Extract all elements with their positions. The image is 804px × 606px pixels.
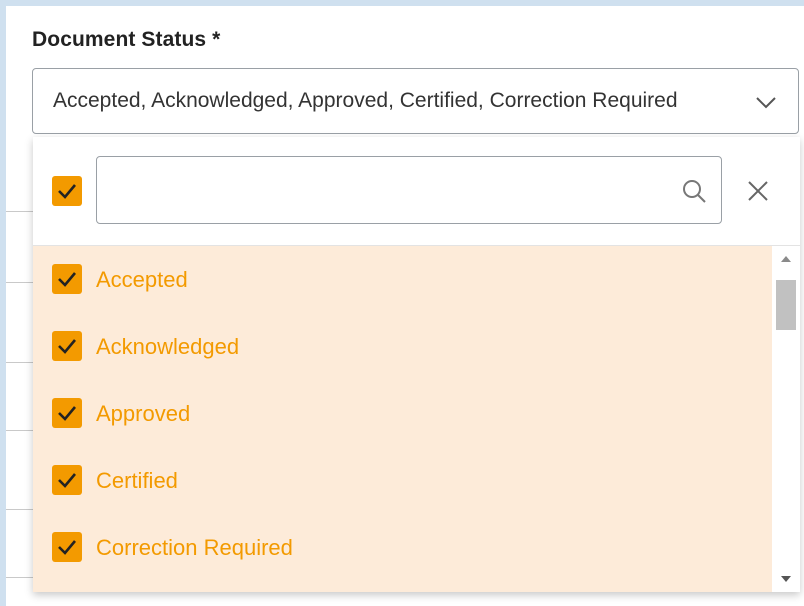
option-checkbox[interactable] (52, 532, 82, 562)
check-icon (58, 184, 76, 199)
document-status-label: Document Status * (32, 28, 221, 51)
option-label: Correction Required (96, 535, 293, 560)
option-checkbox[interactable] (52, 331, 82, 361)
check-icon (58, 406, 76, 421)
check-icon (58, 339, 76, 354)
background-row-divider (6, 282, 36, 283)
scroll-down-arrow-icon[interactable] (780, 574, 792, 584)
check-icon (58, 473, 76, 488)
search-field[interactable] (96, 156, 722, 224)
option-approved[interactable]: Approved (33, 380, 772, 447)
option-label: Accepted (96, 267, 188, 292)
option-checkbox[interactable] (52, 398, 82, 428)
document-status-select[interactable]: Accepted, Acknowledged, Approved, Certif… (32, 68, 799, 134)
options-scrollbar[interactable] (772, 246, 800, 592)
check-icon (58, 272, 76, 287)
status-dropdown-panel: Accepted Acknowledged Approved Certified… (33, 137, 800, 592)
option-correction-required[interactable]: Correction Required (33, 514, 772, 581)
option-checkbox[interactable] (52, 465, 82, 495)
selected-values-text: Accepted, Acknowledged, Approved, Certif… (53, 89, 678, 112)
background-row-divider (6, 430, 36, 431)
search-icon (681, 178, 707, 204)
options-list: Accepted Acknowledged Approved Certified… (33, 246, 772, 592)
form-panel: Document Status * Accepted, Acknowledged… (6, 6, 804, 606)
search-input[interactable] (109, 167, 673, 215)
check-icon (58, 540, 76, 555)
background-row-divider (6, 509, 36, 510)
option-label: Acknowledged (96, 334, 240, 359)
option-checkbox[interactable] (52, 264, 82, 294)
option-acknowledged[interactable]: Acknowledged (33, 313, 772, 380)
scroll-up-arrow-icon[interactable] (780, 254, 792, 264)
select-all-checkbox[interactable] (52, 176, 82, 206)
background-row-divider (6, 362, 36, 363)
close-icon[interactable] (746, 179, 770, 203)
chevron-down-icon[interactable] (754, 90, 778, 114)
option-certified[interactable]: Certified (33, 447, 772, 514)
background-row-divider (6, 577, 36, 578)
scroll-thumb[interactable] (776, 280, 796, 330)
option-accepted[interactable]: Accepted (33, 246, 772, 313)
background-row-divider (6, 211, 36, 212)
option-label: Certified (96, 468, 178, 493)
option-label: Approved (96, 401, 191, 426)
dropdown-header (33, 137, 800, 246)
